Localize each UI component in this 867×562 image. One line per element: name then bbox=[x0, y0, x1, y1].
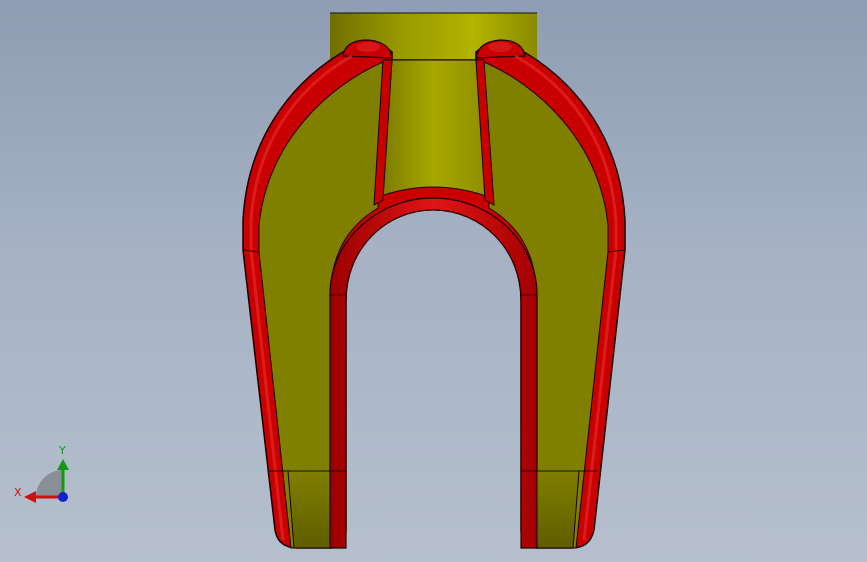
left-knob-highlight bbox=[356, 42, 380, 52]
triad-y-arrow bbox=[57, 459, 69, 470]
part-model[interactable] bbox=[0, 0, 867, 562]
right-knob-highlight bbox=[488, 42, 512, 52]
triad-plane-indicator bbox=[36, 470, 63, 497]
triad-z-axis bbox=[58, 492, 68, 502]
graphics-viewport[interactable]: Y X bbox=[0, 0, 867, 562]
inner-arch-contour bbox=[345, 209, 522, 540]
orientation-triad: Y X bbox=[14, 444, 69, 503]
triad-x-label: X bbox=[14, 486, 22, 499]
triad-x-arrow bbox=[24, 491, 36, 503]
left-foot-face[interactable] bbox=[287, 470, 331, 549]
right-foot-face[interactable] bbox=[536, 470, 580, 549]
triad-y-label: Y bbox=[58, 444, 66, 457]
center-slot[interactable] bbox=[380, 59, 487, 197]
inner-arch-fillet[interactable] bbox=[329, 197, 538, 549]
